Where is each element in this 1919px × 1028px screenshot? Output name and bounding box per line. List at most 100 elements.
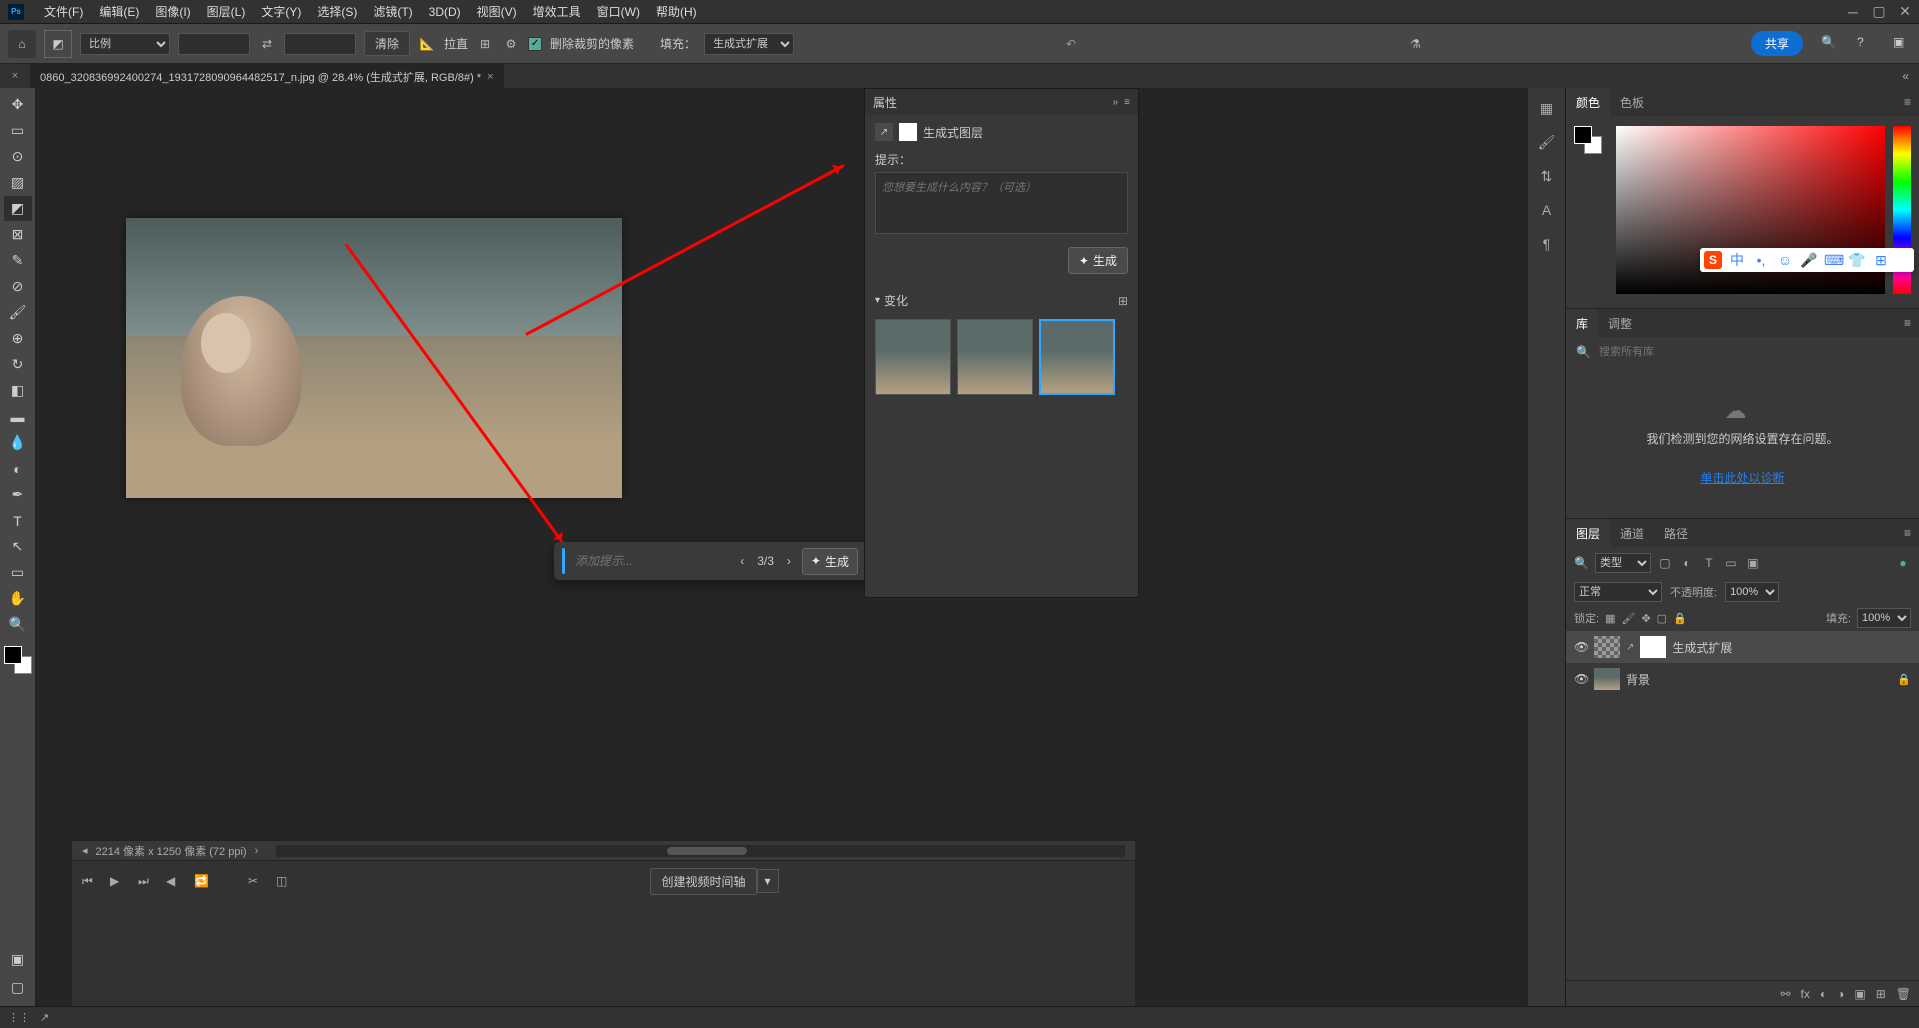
quickmask-icon[interactable]: ▣ [4, 947, 32, 972]
grid-icon[interactable]: ⊞ [476, 35, 494, 53]
ime-keyboard-icon[interactable]: ⌨ [1824, 252, 1842, 269]
text-tool-icon[interactable]: T [4, 508, 32, 533]
ratio-mode-select[interactable]: 比例 [80, 33, 170, 55]
tl-prev-icon[interactable]: ◀ [166, 874, 182, 888]
fx-icon[interactable]: fx [1801, 987, 1810, 1001]
menu-layer[interactable]: 图层(L) [199, 3, 254, 20]
menu-plugins[interactable]: 增效工具 [525, 3, 589, 20]
properties-generate-button[interactable]: ✦生成 [1068, 247, 1128, 274]
visibility-icon[interactable]: 👁 [1574, 640, 1588, 654]
library-search-input[interactable] [1599, 346, 1909, 358]
filter-search-icon[interactable]: 🔍 [1574, 556, 1589, 570]
collapse-icon[interactable]: » [1113, 97, 1119, 108]
tl-loop-icon[interactable]: 🔁 [194, 874, 210, 888]
opacity-select[interactable]: 100% [1725, 582, 1779, 602]
tl-scissors-icon[interactable]: ✂ [248, 874, 264, 888]
menu-edit[interactable]: 编辑(E) [91, 3, 147, 20]
ime-floating-toolbar[interactable]: S 中 •, ☺ 🎤 ⌨ 👕 ⊞ [1700, 248, 1914, 272]
fill-mode-select[interactable]: 生成式扩展 [704, 33, 794, 55]
menu-image[interactable]: 图像(I) [147, 3, 198, 20]
pen-tool-icon[interactable]: ✒ [4, 482, 32, 507]
variation-thumb-2[interactable] [957, 319, 1033, 395]
crop-height-input[interactable] [284, 33, 356, 55]
brush-tool-icon[interactable]: 🖌 [4, 300, 32, 325]
lock-all-icon[interactable]: 🔒 [1673, 612, 1687, 625]
dock-brush-icon[interactable]: 🖌 [1535, 130, 1559, 154]
fg-color-swatch[interactable] [4, 646, 22, 664]
tab-swatches[interactable]: 色板 [1610, 88, 1654, 116]
tab-close-icon[interactable]: × [487, 71, 493, 83]
dock-char-icon[interactable]: A [1535, 198, 1559, 222]
help-icon[interactable]: ? [1857, 35, 1875, 53]
adjustment-icon[interactable]: ◑ [1837, 987, 1844, 1001]
variations-header[interactable]: 变化 ⊞ [875, 292, 1128, 309]
prev-variation-icon[interactable]: ‹ [735, 554, 749, 568]
eyedropper-tool-icon[interactable]: ✎ [4, 248, 32, 273]
zoom-tool-icon[interactable]: 🔍 [4, 612, 32, 637]
delete-icon[interactable]: 🗑 [1896, 987, 1911, 1001]
lasso-tool-icon[interactable]: ⊙ [4, 144, 32, 169]
filter-shape-icon[interactable]: ▭ [1723, 556, 1739, 570]
move-tool-icon[interactable]: ✥ [4, 92, 32, 117]
menu-text[interactable]: 文字(Y) [253, 3, 309, 20]
prompt-input[interactable] [575, 554, 729, 568]
ime-punct-icon[interactable]: •, [1752, 252, 1770, 268]
mask-thumb[interactable] [1640, 636, 1666, 658]
blend-mode-select[interactable]: 正常 [1574, 582, 1662, 602]
canvas-image[interactable] [126, 218, 622, 498]
mask-icon[interactable]: ◐ [1820, 987, 1827, 1001]
link-mask-icon[interactable]: ↗ [1626, 642, 1634, 653]
eraser-tool-icon[interactable]: ◧ [4, 378, 32, 403]
dodge-tool-icon[interactable]: ◐ [4, 456, 32, 481]
minimize-icon[interactable]: ─ [1847, 6, 1859, 18]
healing-tool-icon[interactable]: ⊘ [4, 274, 32, 299]
stamp-tool-icon[interactable]: ⊕ [4, 326, 32, 351]
document-tab[interactable]: 0860_320836992400274_1931728090964482517… [30, 64, 504, 88]
diagnose-link[interactable]: 单击此处以诊断 [1700, 469, 1784, 486]
ime-toolbox-icon[interactable]: ⊞ [1872, 252, 1890, 269]
tab-adjustments[interactable]: 调整 [1598, 309, 1642, 337]
canvas-area[interactable]: ‹ 3/3 › ✦生成 ⋯ 属性 »≡ ↗ 生成式图层 提示： ✦生成 [36, 88, 1527, 1006]
generate-button[interactable]: ✦生成 [802, 548, 858, 575]
menu-help[interactable]: 帮助(H) [648, 3, 705, 20]
frame-tool-icon[interactable]: ⊠ [4, 222, 32, 247]
ime-skin-icon[interactable]: 👕 [1848, 252, 1866, 269]
gradient-tool-icon[interactable]: ▬ [4, 404, 32, 429]
visibility-icon[interactable]: 👁 [1574, 672, 1588, 686]
ime-voice-icon[interactable]: 🎤 [1800, 252, 1818, 269]
menu-select[interactable]: 选择(S) [309, 3, 365, 20]
workspace-icon[interactable]: ▣ [1893, 35, 1911, 53]
fill-select[interactable]: 100% [1857, 608, 1911, 628]
timeline-dropdown-icon[interactable]: ▾ [757, 869, 779, 893]
grid-view-icon[interactable]: ⊞ [1118, 294, 1128, 308]
layer-thumb[interactable] [1594, 636, 1620, 658]
filter-toggle-icon[interactable]: ● [1895, 556, 1911, 570]
panel-menu-icon[interactable]: ≡ [1124, 97, 1130, 108]
layer-thumb[interactable] [1594, 668, 1620, 690]
straighten-icon[interactable]: 📐 [418, 35, 436, 53]
tl-transition-icon[interactable]: ◫ [276, 874, 292, 888]
menu-view[interactable]: 视图(V) [469, 3, 525, 20]
group-icon[interactable]: ▣ [1854, 987, 1865, 1001]
maximize-icon[interactable]: ▢ [1873, 6, 1885, 18]
sogou-logo-icon[interactable]: S [1704, 251, 1722, 269]
flask-icon[interactable]: ⚗ [1407, 35, 1425, 53]
menu-filter[interactable]: 滤镜(T) [365, 3, 420, 20]
panel-menu-icon[interactable]: ≡ [1896, 88, 1919, 116]
close-icon[interactable]: ✕ [1899, 6, 1911, 18]
filter-pixel-icon[interactable]: ▢ [1657, 556, 1673, 570]
variation-thumb-1[interactable] [875, 319, 951, 395]
tab-libraries[interactable]: 库 [1566, 309, 1598, 337]
marquee-tool-icon[interactable]: ▭ [4, 118, 32, 143]
tl-next-icon[interactable]: ⏭ [138, 874, 154, 889]
expand-panel-icon[interactable]: « [1902, 69, 1909, 83]
lock-icon[interactable]: 🔒 [1897, 673, 1911, 686]
filter-text-icon[interactable]: T [1701, 556, 1717, 570]
dock-picture-icon[interactable]: ▦ [1535, 96, 1559, 120]
ime-emoji-icon[interactable]: ☺ [1776, 252, 1794, 268]
dock-layers-icon[interactable]: ⇅ [1535, 164, 1559, 188]
tab-channels[interactable]: 通道 [1610, 519, 1654, 547]
swap-icon[interactable]: ⇄ [258, 35, 276, 53]
ime-lang-icon[interactable]: 中 [1728, 250, 1746, 270]
gear-icon[interactable]: ⚙ [502, 35, 520, 53]
